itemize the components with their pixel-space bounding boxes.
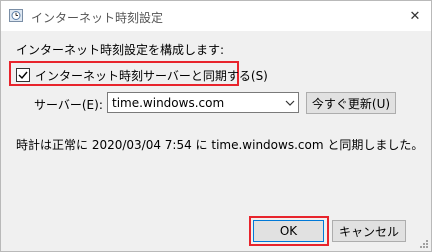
sync-status-text: 時計は正常に 2020/03/04 7:54 に time.windows.co… [16,138,424,152]
internet-time-settings-dialog: インターネット時刻設定 ✕ インターネット時刻設定を構成します: インターネット… [0,0,432,252]
update-now-label: 今すぐ更新(U) [311,96,391,111]
server-combobox[interactable]: time.windows.com [107,92,299,113]
title-bar: インターネット時刻設定 ✕ [1,1,431,31]
ok-label: OK [279,224,298,238]
window-title: インターネット時刻設定 [31,11,164,25]
sync-checkbox-row[interactable]: インターネット時刻サーバーと同期する(S) [16,67,268,83]
server-combobox-value: time.windows.com [112,96,225,110]
sync-checkbox-label: インターネット時刻サーバーと同期する(S) [35,68,268,83]
close-icon: ✕ [409,8,421,24]
checkmark-icon [18,71,28,80]
update-now-button[interactable]: 今すぐ更新(U) [306,92,396,114]
sync-checkbox[interactable] [16,68,30,82]
configure-label: インターネット時刻設定を構成します: [16,43,225,57]
clock-globe-icon [9,9,23,22]
chevron-down-icon[interactable] [281,93,298,112]
cancel-button[interactable]: キャンセル [332,220,406,242]
resize-grip-icon[interactable] [419,239,429,249]
ok-button[interactable]: OK [253,220,324,242]
cancel-label: キャンセル [338,224,399,239]
close-button[interactable]: ✕ [399,1,431,31]
server-label: サーバー(E): [34,98,103,112]
